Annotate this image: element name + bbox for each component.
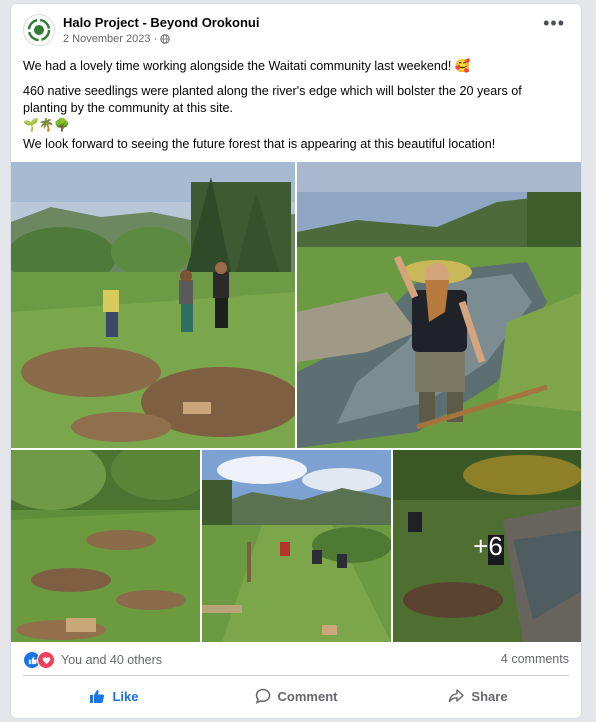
more-photos-count: +6 xyxy=(473,530,503,561)
photo-grid: +6 xyxy=(11,162,581,642)
post-text-line: We look forward to seeing the future for… xyxy=(23,137,496,151)
post-text-line: 460 native seedlings were planted along … xyxy=(23,84,522,115)
share-icon xyxy=(449,689,465,703)
post-date[interactable]: 2 November 2023 xyxy=(63,33,150,45)
page-name[interactable]: Halo Project - Beyond Orokonui xyxy=(63,15,259,30)
divider xyxy=(23,675,569,676)
comment-button[interactable]: Comment xyxy=(205,679,387,713)
like-label: Like xyxy=(112,688,139,704)
reactions-bar[interactable]: You and 40 others xyxy=(23,650,162,670)
post-header: Halo Project - Beyond Orokonui 2 Novembe… xyxy=(11,4,581,54)
comments-count[interactable]: 4 comments xyxy=(501,652,569,666)
post-card: Halo Project - Beyond Orokonui 2 Novembe… xyxy=(10,3,582,719)
photo-river-man-image xyxy=(297,162,581,448)
photo-grass-planting[interactable] xyxy=(11,450,200,642)
globe-icon xyxy=(160,34,170,44)
post-text-line: We had a lovely time working alongside t… xyxy=(23,59,471,73)
plant-emojis: 🌱🌴🌳 xyxy=(23,118,71,132)
photo-more[interactable]: +6 xyxy=(393,450,581,642)
photo-hillside-walk[interactable] xyxy=(202,450,391,642)
more-photos-overlay[interactable]: +6 xyxy=(393,450,581,642)
photo-grass-planting-image xyxy=(11,450,200,642)
reaction-icons xyxy=(23,651,55,669)
post-meta: 2 November 2023 · xyxy=(63,33,170,45)
thumbs-up-icon xyxy=(90,690,105,703)
photo-river-man[interactable] xyxy=(297,162,581,448)
halo-logo-icon xyxy=(27,18,51,42)
post-actions: Like Comment Share xyxy=(23,679,569,713)
like-button[interactable]: Like xyxy=(23,679,205,713)
comment-label: Comment xyxy=(277,688,338,704)
photo-hillside-walk-image xyxy=(202,450,391,642)
reactions-summary: You and 40 others xyxy=(61,653,163,667)
more-options-icon[interactable]: ••• xyxy=(543,14,565,32)
photo-planting-group-image xyxy=(11,162,295,448)
page-avatar[interactable] xyxy=(23,14,55,46)
post-text: We had a lovely time working alongside t… xyxy=(23,58,569,161)
share-label: Share xyxy=(471,688,508,704)
comment-icon xyxy=(255,688,270,704)
photo-planting-group[interactable] xyxy=(11,162,295,448)
love-reaction-icon xyxy=(37,651,55,669)
share-button[interactable]: Share xyxy=(387,679,569,713)
